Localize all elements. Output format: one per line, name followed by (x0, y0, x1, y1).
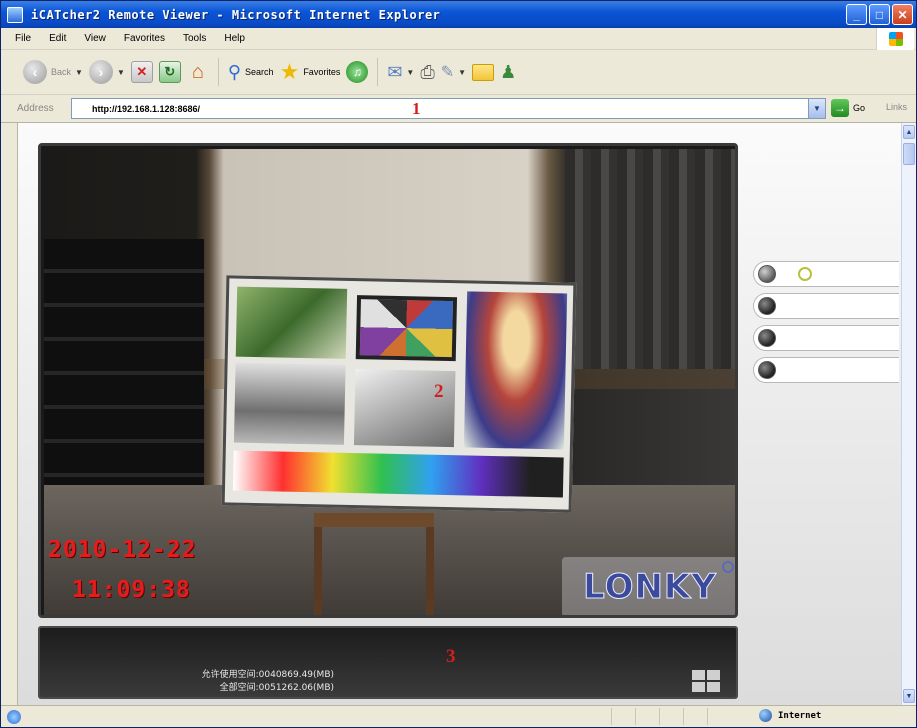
brand-watermark: LONKY (562, 557, 735, 615)
edit-dropdown-icon: ▼ (458, 67, 467, 77)
zone-label: Internet (778, 710, 822, 721)
minimize-button[interactable]: _ (846, 4, 867, 25)
status-bar: Internet (1, 705, 916, 727)
channel-row-2[interactable] (753, 293, 899, 319)
search-icon: ⚲ (227, 61, 242, 82)
back-button[interactable]: ‹ Back ▼ (23, 60, 83, 84)
channel-panel (753, 261, 899, 385)
forward-button[interactable]: › ▼ (88, 60, 125, 84)
stop-icon[interactable]: ✕ (130, 61, 153, 83)
refresh-icon[interactable]: ↻ (158, 61, 181, 83)
channel-button-icon[interactable] (758, 265, 776, 283)
edit-icon: ✎ (440, 64, 455, 81)
address-label: Address (17, 103, 54, 114)
search-button[interactable]: ⚲ Search (228, 62, 274, 83)
scroll-down-icon[interactable]: ▼ (903, 689, 915, 703)
toolbar-separator (217, 58, 219, 86)
folder-icon[interactable] (472, 63, 495, 81)
home-icon[interactable]: ⌂ (187, 61, 209, 83)
go-label: Go (853, 103, 866, 113)
chart-color-checker (355, 295, 458, 362)
osd-date: 2010-12-22 (48, 537, 197, 563)
chart-spectrum-strip (232, 450, 564, 498)
mail-button[interactable]: ✉ ▼ (387, 62, 414, 83)
channel-button-icon[interactable] (758, 297, 776, 315)
window-controls: _ □ ✕ (846, 4, 913, 25)
toolbar: ‹ Back ▼ › ▼ ✕ ↻ ⌂ ⚲ Search ★ Favorites … (1, 50, 916, 95)
channel-status-ring-icon (798, 267, 812, 281)
allowed-space-text: 允许使用空间:0040869.49(MB) (201, 670, 334, 680)
security-zone: Internet (759, 709, 821, 722)
ie-app-icon (7, 6, 23, 23)
mail-dropdown-icon: ▼ (406, 67, 415, 77)
favorites-label: Favorites (303, 67, 341, 77)
scroll-thumb[interactable] (903, 143, 915, 165)
video-test-chart (221, 275, 577, 513)
page-content: 2010-12-22 11:09:38 2 LONKY 3 允许使用空间:004… (17, 123, 901, 705)
address-dropdown-icon[interactable]: ▼ (808, 99, 825, 118)
video-frame: 2010-12-22 11:09:38 2 LONKY (38, 143, 738, 618)
media-icon[interactable]: ♫ (346, 61, 369, 83)
title-bar: iCATcher2 Remote Viewer - Microsoft Inte… (1, 1, 916, 28)
chart-street-photo (233, 362, 346, 445)
windows-logo-icon (876, 28, 914, 50)
status-cells (611, 708, 729, 725)
menu-bar: File Edit View Favorites Tools Help (1, 28, 916, 50)
back-label: Back (51, 67, 72, 77)
storage-status-panel: 3 允许使用空间:0040869.49(MB) 全部空间:0051262.06(… (38, 626, 738, 699)
chart-portrait (463, 291, 568, 450)
menu-file[interactable]: File (1, 33, 40, 44)
links-label[interactable]: Links (886, 102, 907, 112)
storage-info: 允许使用空间:0040869.49(MB) 全部空间:0051262.06(MB… (134, 669, 334, 695)
maximize-button[interactable]: □ (869, 4, 890, 25)
channel-row-4[interactable] (753, 357, 899, 383)
annotation-marker-1: 1 (412, 98, 421, 118)
osd-time: 11:09:38 (72, 577, 191, 603)
vertical-scrollbar[interactable]: ▲ ▼ (901, 123, 916, 705)
channel-button-icon[interactable] (758, 329, 776, 347)
menu-edit[interactable]: Edit (40, 33, 75, 44)
toolbar-separator (377, 58, 379, 86)
grid-layout-icon[interactable] (692, 670, 720, 692)
go-button[interactable]: → Go (831, 99, 865, 117)
menu-favorites[interactable]: Favorites (115, 33, 174, 44)
channel-row-1[interactable] (753, 261, 899, 287)
search-label: Search (245, 67, 274, 77)
messenger-icon[interactable]: ♟ (500, 62, 516, 83)
address-url[interactable]: http://192.168.1.128:8686/ (92, 104, 200, 114)
forward-dropdown-icon[interactable]: ▼ (117, 68, 125, 77)
registered-mark-icon (722, 561, 734, 573)
print-icon[interactable]: ⎙ (420, 62, 434, 83)
channel-button-icon[interactable] (758, 361, 776, 379)
menu-help[interactable]: Help (215, 33, 254, 44)
annotation-marker-3: 3 (446, 646, 456, 667)
page-status-icon (7, 709, 21, 724)
forward-arrow-icon: › (88, 60, 113, 84)
favorites-star-icon: ★ (279, 59, 300, 84)
window-title: iCATcher2 Remote Viewer - Microsoft Inte… (31, 7, 441, 22)
menu-view[interactable]: View (75, 33, 115, 44)
mail-icon: ✉ (387, 61, 403, 82)
go-arrow-icon: → (831, 99, 849, 117)
favorites-button[interactable]: ★ Favorites (280, 59, 341, 85)
chart-landscape-photo (235, 286, 348, 359)
address-bar: Address http://192.168.1.128:8686/ 1 ▼ →… (1, 95, 916, 123)
video-curtain (565, 149, 735, 369)
address-input[interactable]: http://192.168.1.128:8686/ 1 ▼ (71, 98, 826, 119)
annotation-marker-2: 2 (434, 381, 444, 402)
camera-video-feed[interactable]: 2010-12-22 11:09:38 2 LONKY (44, 149, 735, 615)
back-dropdown-icon[interactable]: ▼ (75, 68, 83, 77)
close-button[interactable]: ✕ (892, 4, 913, 25)
back-arrow-icon: ‹ (23, 60, 47, 84)
browser-window: iCATcher2 Remote Viewer - Microsoft Inte… (0, 0, 917, 728)
scroll-up-icon[interactable]: ▲ (903, 125, 915, 139)
total-space-text: 全部空间:0051262.06(MB) (219, 683, 334, 693)
internet-globe-icon (759, 709, 772, 722)
watermark-text: LONKY (583, 567, 717, 608)
channel-row-3[interactable] (753, 325, 899, 351)
edit-button[interactable]: ✎ ▼ (441, 62, 466, 82)
menu-tools[interactable]: Tools (174, 33, 215, 44)
video-stool (314, 513, 434, 615)
